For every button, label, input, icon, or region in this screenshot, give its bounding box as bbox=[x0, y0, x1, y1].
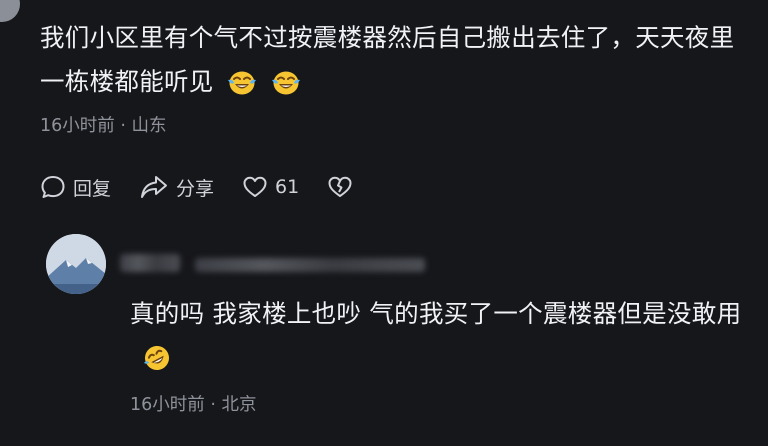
dislike-button[interactable] bbox=[327, 175, 353, 199]
comment-body: 我们小区里有个气不过按震楼器然后自己搬出去住了，天天夜里一栋楼都能听见 bbox=[40, 23, 735, 96]
broken-heart-icon bbox=[327, 175, 353, 199]
meta-separator: · bbox=[210, 395, 222, 415]
reply-body: 真的吗 我家楼上也吵 气的我买了一个震楼器但是没敢用 bbox=[130, 299, 742, 328]
comment-text: 我们小区里有个气不过按震楼器然后自己搬出去住了，天天夜里一栋楼都能听见 bbox=[40, 16, 755, 111]
comment-location: 山东 bbox=[131, 116, 167, 136]
reply-location: 北京 bbox=[221, 395, 257, 415]
blurred-username-extra bbox=[195, 258, 425, 272]
reply-text: 真的吗 我家楼上也吵 气的我买了一个震楼器但是没敢用 bbox=[130, 292, 750, 387]
comment-meta: 16小时前 · 山东 bbox=[40, 112, 167, 137]
avatar-image bbox=[46, 234, 106, 294]
blurred-username[interactable] bbox=[120, 254, 180, 272]
meta-separator: · bbox=[120, 116, 132, 136]
laugh-cry-emoji-icon bbox=[226, 67, 258, 111]
reply-label: 回复 bbox=[73, 177, 112, 200]
rofl-emoji-icon bbox=[142, 343, 172, 387]
like-count: 61 bbox=[275, 176, 300, 198]
share-label: 分享 bbox=[176, 177, 215, 200]
comment-actions: 回复 分享 61 bbox=[40, 170, 381, 204]
reply-button[interactable]: 回复 bbox=[40, 174, 111, 201]
share-button[interactable]: 分享 bbox=[139, 174, 214, 201]
like-button[interactable]: 61 bbox=[242, 175, 299, 199]
reply-meta: 16小时前 · 北京 bbox=[130, 391, 257, 416]
comment-time: 16小时前 bbox=[40, 116, 115, 136]
heart-icon bbox=[242, 175, 268, 199]
comment-bubble-icon bbox=[40, 174, 66, 200]
share-arrow-icon bbox=[139, 174, 169, 200]
partial-avatar[interactable] bbox=[0, 0, 20, 22]
reply-time: 16小时前 bbox=[130, 395, 205, 415]
reply-avatar[interactable] bbox=[46, 234, 106, 294]
laugh-cry-emoji-icon bbox=[270, 67, 302, 111]
